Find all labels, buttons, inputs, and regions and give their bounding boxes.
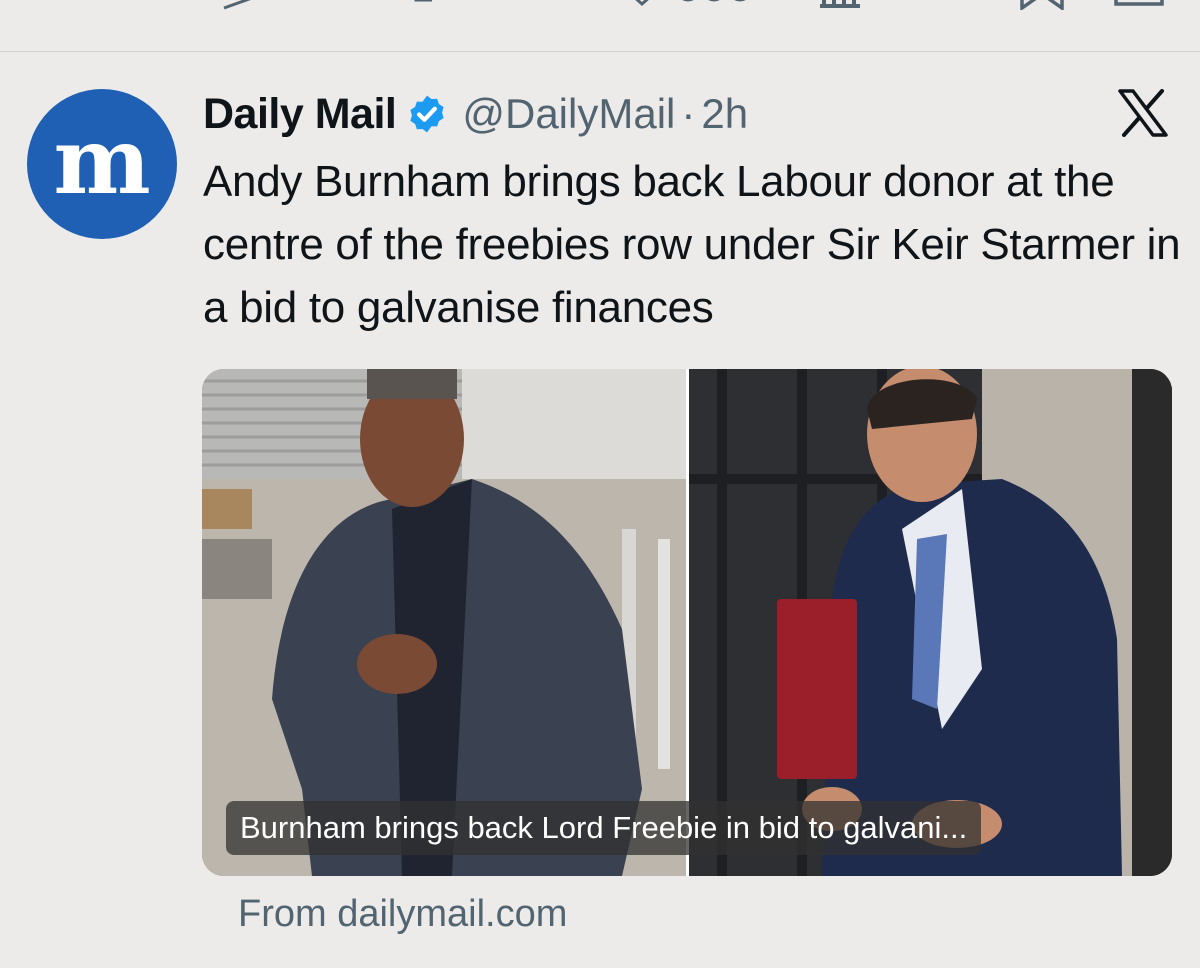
link-card[interactable]: Burnham brings back Lord Freebie in bid … bbox=[202, 369, 1172, 876]
like-icon[interactable] bbox=[620, 0, 664, 8]
avatar[interactable]: m bbox=[27, 89, 177, 239]
author-handle[interactable]: @DailyMail bbox=[462, 90, 675, 138]
meta-separator: · bbox=[681, 90, 696, 137]
tweet-action-bar bbox=[0, 0, 1200, 52]
reply-icon[interactable] bbox=[222, 0, 258, 10]
views-bars-icon[interactable] bbox=[818, 0, 862, 10]
x-logo-icon bbox=[1118, 89, 1168, 137]
tweet-time[interactable]: 2h bbox=[701, 90, 748, 138]
avatar-letters: m bbox=[53, 107, 150, 215]
retweet-icon[interactable] bbox=[412, 0, 452, 8]
tweet-header: Daily Mail @DailyMail · 2h bbox=[203, 88, 748, 140]
bookmark-icon[interactable] bbox=[1018, 0, 1066, 10]
card-image bbox=[202, 369, 1172, 876]
views-icon[interactable] bbox=[676, 0, 756, 8]
card-source[interactable]: From dailymail.com bbox=[238, 893, 567, 936]
tweet-divider bbox=[0, 51, 1200, 52]
share-icon[interactable] bbox=[1112, 0, 1166, 10]
tweet-text: Andy Burnham brings back Labour donor at… bbox=[203, 157, 1181, 332]
author-name[interactable]: Daily Mail bbox=[203, 90, 397, 139]
verified-badge-icon[interactable] bbox=[406, 93, 448, 135]
card-caption: Burnham brings back Lord Freebie in bid … bbox=[226, 801, 982, 855]
